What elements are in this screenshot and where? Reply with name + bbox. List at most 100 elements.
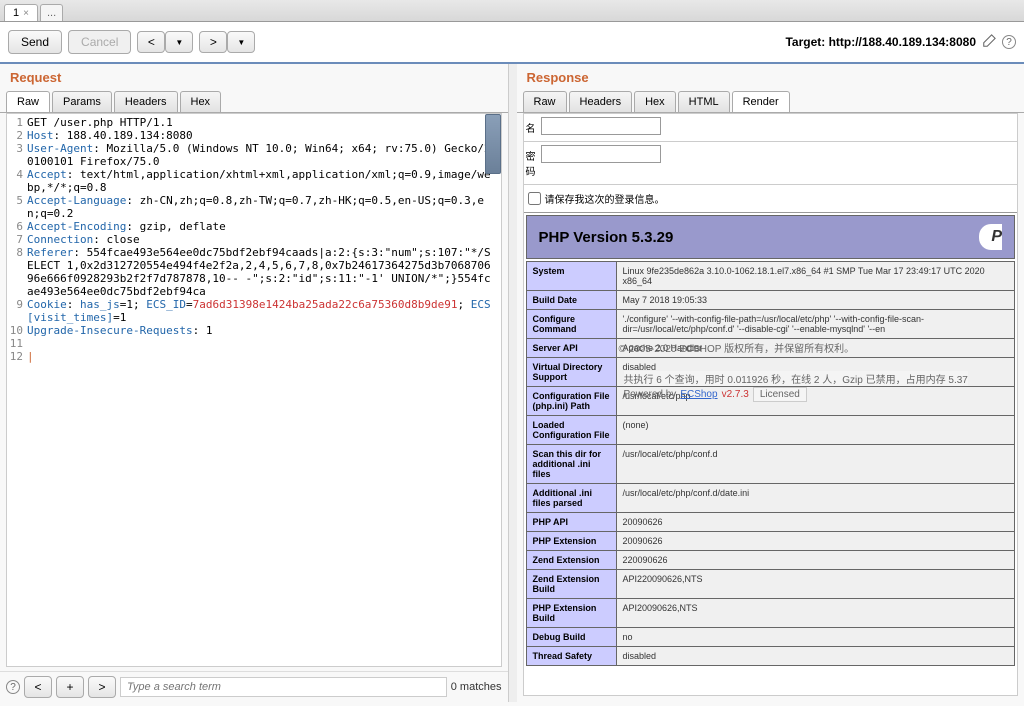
phpinfo-key: Configure Command	[526, 310, 616, 339]
search-input[interactable]	[120, 677, 447, 697]
edit-target-icon[interactable]	[982, 34, 996, 51]
response-pane: Response RawHeadersHexHTMLRender ECSOP w…	[517, 64, 1024, 702]
phpinfo-value: disabled	[616, 647, 1015, 666]
phpinfo-value: API220090626,NTS	[616, 570, 1015, 599]
response-tab-headers[interactable]: Headers	[569, 91, 633, 112]
phpinfo-key: System	[526, 262, 616, 291]
php-version-header: PHP Version 5.3.29 P	[526, 215, 1016, 259]
remember-checkbox[interactable]	[528, 192, 541, 205]
phpinfo-value: May 7 2018 19:05:33	[616, 291, 1015, 310]
send-button[interactable]: Send	[8, 30, 62, 54]
phpinfo-key: PHP Extension	[526, 532, 616, 551]
response-tab-hex[interactable]: Hex	[634, 91, 676, 112]
phpinfo-key: Configuration File (php.ini) Path	[526, 387, 616, 416]
code-line[interactable]	[27, 337, 501, 350]
request-title: Request	[0, 64, 508, 91]
licensed-badge: Licensed	[753, 387, 807, 402]
phpinfo-value: /usr/local/etc/php/conf.d/date.ini	[616, 484, 1015, 513]
target-label: Target: http://188.40.189.134:8080	[785, 35, 976, 49]
line-number: 9	[7, 298, 27, 324]
phpinfo-value: './configure' '--with-config-file-path=/…	[616, 310, 1015, 339]
code-line[interactable]: Accept-Encoding: gzip, deflate	[27, 220, 501, 233]
code-line[interactable]: Host: 188.40.189.134:8080	[27, 129, 501, 142]
phpinfo-value: API20090626,NTS	[616, 599, 1015, 628]
copyright-text: © 2005-2020 ECSHOP 版权所有，并保留所有权利。	[619, 340, 855, 355]
line-number: 11	[7, 337, 27, 350]
powered-by: Powered by ECShop v2.7.3 Licensed	[624, 387, 807, 402]
search-add-button[interactable]: +	[56, 676, 84, 698]
php-logo: P	[979, 224, 1002, 250]
code-line[interactable]: Connection: close	[27, 233, 501, 246]
search-help-icon[interactable]: ?	[6, 680, 20, 694]
line-number: 6	[7, 220, 27, 233]
close-icon[interactable]: ×	[23, 8, 29, 19]
phpinfo-key: Zend Extension Build	[526, 570, 616, 599]
request-search-bar: ? < + > 0 matches	[0, 671, 508, 702]
line-number: 12	[7, 350, 27, 363]
scrollbar-thumb[interactable]	[485, 114, 501, 174]
history-next-button[interactable]: >	[199, 31, 227, 53]
phpinfo-value: (none)	[616, 416, 1015, 445]
history-next-menu[interactable]: ▼	[227, 31, 255, 53]
phpinfo-value: Linux 9fe235de862a 3.10.0-1062.18.1.el7.…	[616, 262, 1015, 291]
line-number: 3	[7, 142, 27, 168]
code-line[interactable]: GET /user.php HTTP/1.1	[27, 116, 501, 129]
phpinfo-key: Zend Extension	[526, 551, 616, 570]
request-tab-raw[interactable]: Raw	[6, 91, 50, 112]
code-line[interactable]: Accept-Language: zh-CN,zh;q=0.8,zh-TW;q=…	[27, 194, 501, 220]
line-number: 10	[7, 324, 27, 337]
response-tab-raw[interactable]: Raw	[523, 91, 567, 112]
line-number: 5	[7, 194, 27, 220]
line-number: 4	[7, 168, 27, 194]
phpinfo-value: no	[616, 628, 1015, 647]
remember-label: 请保存我这次的登录信息。	[545, 191, 665, 206]
search-prev-button[interactable]: <	[24, 676, 52, 698]
cancel-button: Cancel	[68, 30, 131, 54]
request-pane: Request RawParamsHeadersHex 1GET /user.p…	[0, 64, 509, 702]
response-tab-render[interactable]: Render	[732, 91, 790, 112]
password-label: 密码	[524, 142, 538, 184]
stats-text: 共执行 6 个查询，用时 0.011926 秒，在线 2 人，Gzip 已禁用，…	[624, 371, 968, 386]
code-line[interactable]: Referer: 554fcae493e564ee0dc75bdf2ebf94c…	[27, 246, 501, 298]
username-input[interactable]	[541, 117, 661, 135]
code-line[interactable]: User-Agent: Mozilla/5.0 (Windows NT 10.0…	[27, 142, 501, 168]
history-prev-menu[interactable]: ▼	[165, 31, 193, 53]
line-number: 7	[7, 233, 27, 246]
phpinfo-key: PHP API	[526, 513, 616, 532]
ecshop-link[interactable]: ECShop	[680, 389, 717, 400]
search-matches: 0 matches	[451, 681, 502, 693]
request-tab-headers[interactable]: Headers	[114, 91, 178, 112]
code-line[interactable]: Cookie: has_js=1; ECS_ID=7ad6d31398e1424…	[27, 298, 501, 324]
phpinfo-key: Server API	[526, 339, 616, 358]
phpinfo-table: SystemLinux 9fe235de862a 3.10.0-1062.18.…	[526, 261, 1016, 666]
phpinfo-value: 20090626	[616, 532, 1015, 551]
request-editor[interactable]: 1GET /user.php HTTP/1.12Host: 188.40.189…	[6, 113, 502, 667]
login-form: 名 密码 请保存我这次的登录信息。	[524, 114, 1018, 213]
line-number: 8	[7, 246, 27, 298]
code-line[interactable]: Upgrade-Insecure-Requests: 1	[27, 324, 501, 337]
password-input[interactable]	[541, 145, 661, 163]
pane-divider[interactable]	[509, 64, 517, 702]
phpinfo-key: PHP Extension Build	[526, 599, 616, 628]
response-render[interactable]: ECSOP www.ecshop.com 名 密码 请保存我这次的登录信息。 ©…	[523, 113, 1019, 696]
tab-label: 1	[13, 7, 19, 19]
phpinfo-value: 20090626	[616, 513, 1015, 532]
request-tab-hex[interactable]: Hex	[180, 91, 222, 112]
session-tabs: 1 × ...	[0, 0, 1024, 22]
session-tab-more[interactable]: ...	[40, 4, 63, 21]
phpinfo-key: Thread Safety	[526, 647, 616, 666]
history-prev-button[interactable]: <	[137, 31, 165, 53]
request-tab-params[interactable]: Params	[52, 91, 112, 112]
phpinfo-key: Loaded Configuration File	[526, 416, 616, 445]
code-line[interactable]: Accept: text/html,application/xhtml+xml,…	[27, 168, 501, 194]
code-line[interactable]: |	[27, 350, 501, 363]
phpinfo-value: /usr/local/etc/php/conf.d	[616, 445, 1015, 484]
line-number: 2	[7, 129, 27, 142]
response-tab-html[interactable]: HTML	[678, 91, 730, 112]
line-number: 1	[7, 116, 27, 129]
session-tab-1[interactable]: 1 ×	[4, 4, 38, 21]
username-label: 名	[524, 114, 538, 141]
help-icon[interactable]: ?	[1002, 35, 1016, 49]
phpinfo-key: Scan this dir for additional .ini files	[526, 445, 616, 484]
search-next-button[interactable]: >	[88, 676, 116, 698]
